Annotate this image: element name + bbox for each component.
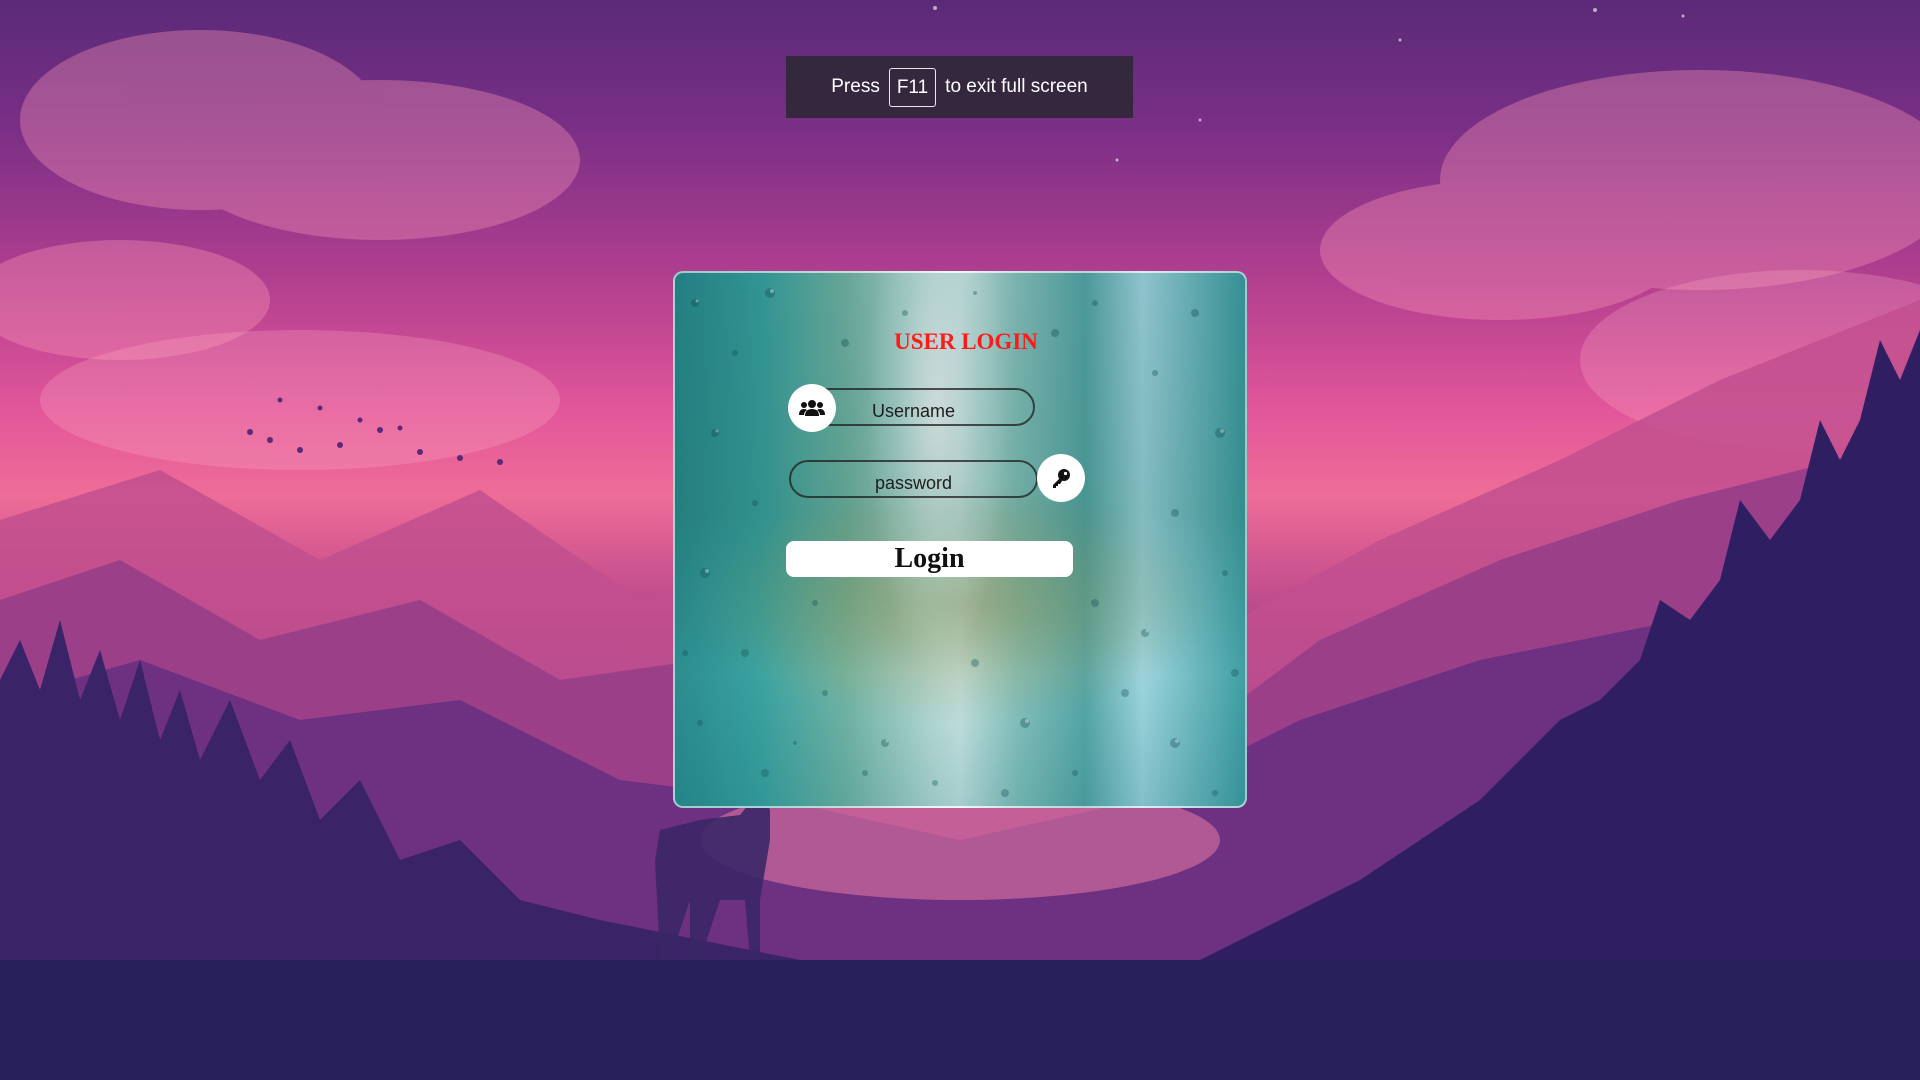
notice-prefix: Press <box>831 76 880 97</box>
notice-suffix: to exit full screen <box>945 76 1088 97</box>
login-title: USER LOGIN <box>894 329 1038 354</box>
key-icon-glyph <box>1053 469 1070 488</box>
desktop-background: Press F11 to exit full screen USER LOGIN… <box>0 0 1920 1080</box>
login-button[interactable]: Login <box>786 541 1073 577</box>
login-card: USER LOGIN Login <box>673 271 1247 808</box>
key-icon <box>1037 454 1085 502</box>
users-icon-glyph <box>799 400 825 416</box>
password-field[interactable] <box>789 460 1038 498</box>
users-icon <box>788 384 836 432</box>
fullscreen-exit-notice: Press F11 to exit full screen <box>786 56 1133 118</box>
f11-key-badge: F11 <box>888 67 937 107</box>
password-input[interactable] <box>791 462 1036 496</box>
